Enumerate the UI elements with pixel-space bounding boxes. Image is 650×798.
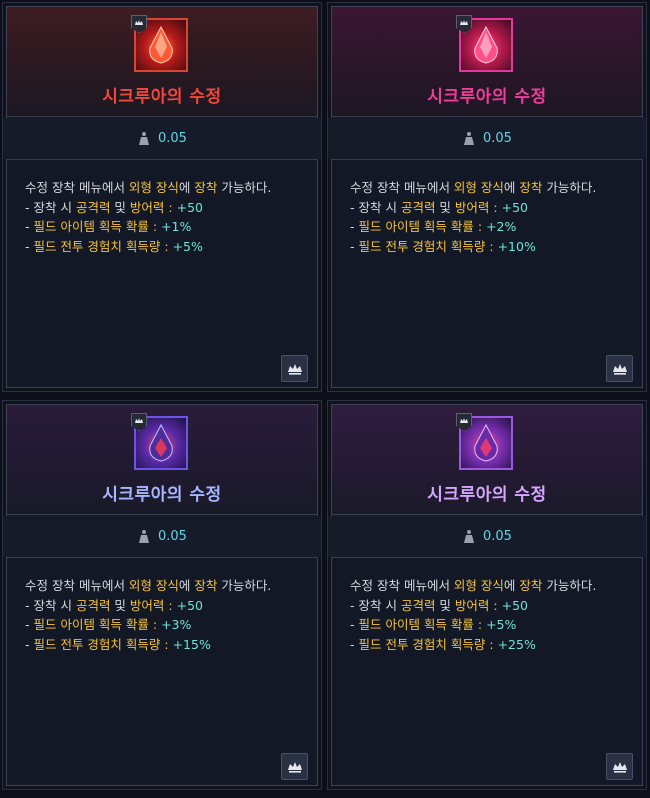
- stat-line: - 필드 전투 경험치 획득량 : +10%: [350, 238, 536, 254]
- item-title: 시크루아의 수정: [102, 485, 222, 505]
- divider: [7, 116, 317, 117]
- divider: [7, 514, 317, 515]
- item-description: 수정 장착 메뉴에서 외형 장식에 장착 가능하다. - 장착 시 공격력 및 …: [25, 178, 311, 256]
- stat-line: - 필드 전투 경험치 획득량 : +15%: [25, 636, 211, 652]
- item-tooltip-card: 시크루아의 수정 0.05 수정 장착 메뉴에서 외형 장식에 장착 가능하다.…: [2, 2, 322, 392]
- weight-icon: [464, 132, 474, 145]
- weight-value: 0.05: [483, 529, 512, 544]
- item-title: 시크루아의 수정: [427, 485, 547, 505]
- stat-line: - 장착 시 공격력 및 방어력 : +50: [350, 597, 528, 613]
- divider: [332, 116, 642, 117]
- weight-icon: [464, 530, 474, 543]
- item-description: 수정 장착 메뉴에서 외형 장식에 장착 가능하다. - 장착 시 공격력 및 …: [350, 576, 636, 654]
- crown-icon: [613, 762, 627, 773]
- description-line: 수정 장착 메뉴에서 외형 장식에 장착 가능하다.: [350, 578, 597, 593]
- item-tooltip-card: 시크루아의 수정 0.05 수정 장착 메뉴에서 외형 장식에 장착 가능하다.…: [327, 2, 647, 392]
- stat-line: - 필드 전투 경험치 획득량 : +5%: [25, 238, 203, 254]
- item-tooltip-card: 시크루아의 수정 0.05 수정 장착 메뉴에서 외형 장식에 장착 가능하다.…: [327, 400, 647, 790]
- crown-button[interactable]: [281, 753, 308, 780]
- weight-row: 0.05: [328, 516, 646, 557]
- weight-row: 0.05: [3, 516, 321, 557]
- divider: [332, 557, 642, 558]
- stat-line: - 필드 아이템 획득 확률 : +1%: [25, 219, 192, 234]
- weight-row: 0.05: [328, 118, 646, 159]
- crown-icon: [288, 762, 302, 773]
- stat-line: - 필드 아이템 획득 확률 : +5%: [350, 617, 517, 632]
- weight-value: 0.05: [158, 529, 187, 544]
- crown-icon: [613, 364, 627, 375]
- divider: [7, 159, 317, 160]
- weight-icon: [139, 132, 149, 145]
- crown-icon: [288, 364, 302, 375]
- item-title: 시크루아의 수정: [427, 87, 547, 107]
- weight-value: 0.05: [158, 131, 187, 146]
- description-line: 수정 장착 메뉴에서 외형 장식에 장착 가능하다.: [25, 180, 272, 195]
- divider: [7, 557, 317, 558]
- crown-button[interactable]: [606, 753, 633, 780]
- item-title: 시크루아의 수정: [102, 87, 222, 107]
- stat-line: - 필드 아이템 획득 확률 : +2%: [350, 219, 517, 234]
- crown-button[interactable]: [281, 355, 308, 382]
- stat-line: - 장착 시 공격력 및 방어력 : +50: [25, 597, 203, 613]
- stat-line: - 장착 시 공격력 및 방어력 : +50: [350, 199, 528, 215]
- divider: [332, 514, 642, 515]
- description-line: 수정 장착 메뉴에서 외형 장식에 장착 가능하다.: [350, 180, 597, 195]
- stat-line: - 장착 시 공격력 및 방어력 : +50: [25, 199, 203, 215]
- weight-icon: [139, 530, 149, 543]
- stat-line: - 필드 전투 경험치 획득량 : +25%: [350, 636, 536, 652]
- weight-value: 0.05: [483, 131, 512, 146]
- divider: [332, 159, 642, 160]
- stat-line: - 필드 아이템 획득 확률 : +3%: [25, 617, 192, 632]
- item-description: 수정 장착 메뉴에서 외형 장식에 장착 가능하다. - 장착 시 공격력 및 …: [25, 576, 311, 654]
- item-tooltip-card: 시크루아의 수정 0.05 수정 장착 메뉴에서 외형 장식에 장착 가능하다.…: [2, 400, 322, 790]
- item-tooltip-grid: 시크루아의 수정 0.05 수정 장착 메뉴에서 외형 장식에 장착 가능하다.…: [0, 0, 650, 798]
- crown-button[interactable]: [606, 355, 633, 382]
- description-line: 수정 장착 메뉴에서 외형 장식에 장착 가능하다.: [25, 578, 272, 593]
- weight-row: 0.05: [3, 118, 321, 159]
- item-description: 수정 장착 메뉴에서 외형 장식에 장착 가능하다. - 장착 시 공격력 및 …: [350, 178, 636, 256]
